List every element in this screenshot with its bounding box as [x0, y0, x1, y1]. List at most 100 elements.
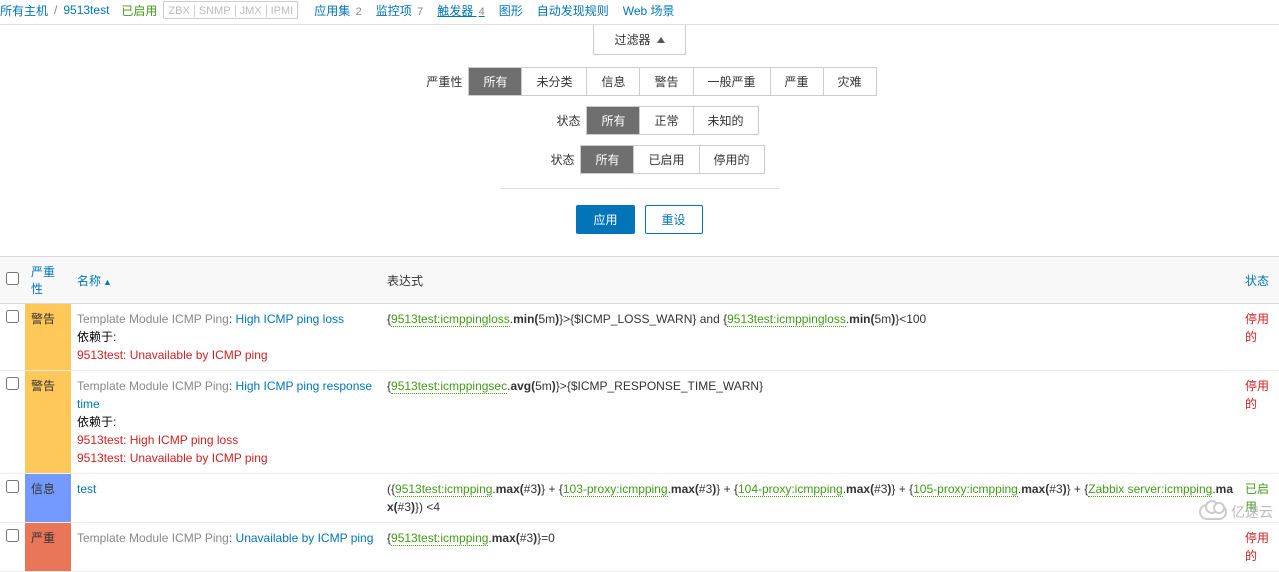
filter-severity-seg[interactable]: 所有 未分类 信息 警告 一般严重 严重 灾难 [468, 67, 876, 96]
bc-host[interactable]: 9513test [63, 3, 109, 17]
status-cell: 停用的 [1239, 371, 1279, 474]
severity-cell: 信息 [25, 474, 71, 523]
status-opt-enabled[interactable]: 已启用 [633, 146, 698, 173]
table-row: 警告Template Module ICMP Ping: High ICMP p… [0, 304, 1279, 371]
depends-label: 依赖于: [77, 330, 116, 344]
sev-opt-disaster[interactable]: 灾难 [823, 68, 876, 95]
filter-state-label: 状态 [520, 112, 580, 129]
filter-row-state: 状态 所有 正常 未知的 [520, 106, 758, 135]
select-all-checkbox[interactable] [6, 272, 19, 285]
filter-divider [500, 188, 780, 189]
template-name: Template Module ICMP Ping [77, 531, 229, 545]
name-cell: Template Module ICMP Ping: Unavailable b… [71, 523, 381, 572]
apply-button[interactable]: 应用 [576, 205, 634, 234]
trigger-name-link[interactable]: test [77, 482, 96, 496]
expr-item-link[interactable]: 9513test:icmppingloss [727, 312, 846, 327]
expression-cell: {9513test:icmppingloss.min(5m)}>{$ICMP_L… [381, 304, 1239, 371]
expr-item-link[interactable]: 104-proxy:icmpping [738, 482, 843, 497]
row-checkbox[interactable] [6, 310, 19, 323]
filter-row-severity: 严重性 所有 未分类 信息 警告 一般严重 严重 灾难 [402, 67, 876, 96]
tab-graphs[interactable]: 图形 [499, 2, 523, 19]
proto-ipmi: IPMI [266, 5, 298, 17]
col-severity[interactable]: 严重性 [31, 265, 55, 296]
table-row: 信息 test ({9513test:icmpping.max(#3)} + {10… [0, 474, 1279, 523]
status-toggle-link[interactable]: 已启用 [1245, 482, 1269, 514]
dependency-link[interactable]: 9513test: Unavailable by ICMP ping [77, 451, 268, 465]
row-checkbox[interactable] [6, 480, 19, 493]
state-opt-normal[interactable]: 正常 [639, 107, 692, 134]
expression-cell: ({9513test:icmpping.max(#3)} + {103-prox… [381, 474, 1239, 523]
severity-cell: 严重 [25, 523, 71, 572]
tab-items[interactable]: 监控项 7 [376, 2, 423, 19]
table-row: 严重Template Module ICMP Ping: Unavailable… [0, 523, 1279, 572]
depends-label: 依赖于: [77, 415, 116, 429]
tab-web[interactable]: Web 场景 [623, 2, 675, 19]
status-toggle-link[interactable]: 停用的 [1245, 312, 1269, 344]
filter-section: 过滤器 严重性 所有 未分类 信息 警告 一般严重 严重 灾难 状态 所有 正常… [0, 24, 1279, 244]
expression-cell: {9513test:icmppingsec.avg(5m)}>{$ICMP_RE… [381, 371, 1239, 474]
severity-cell: 警告 [25, 304, 71, 371]
status-opt-all[interactable]: 所有 [581, 146, 633, 173]
trigger-name-link[interactable]: High ICMP ping loss [236, 312, 345, 326]
expr-item-link[interactable]: 105-proxy:icmpping [913, 482, 1018, 497]
sev-opt-info[interactable]: 信息 [586, 68, 639, 95]
dependency-link[interactable]: 9513test: High ICMP ping loss [77, 433, 238, 447]
filter-state-seg[interactable]: 所有 正常 未知的 [586, 106, 758, 135]
sev-opt-all[interactable]: 所有 [469, 68, 521, 95]
bc-all-hosts[interactable]: 所有主机 [0, 4, 48, 18]
row-checkbox[interactable] [6, 377, 19, 390]
expr-item-link[interactable]: 9513test:icmpping [395, 482, 492, 497]
state-opt-unknown[interactable]: 未知的 [693, 107, 758, 134]
tab-triggers[interactable]: 触发器 4 [437, 2, 484, 19]
sev-opt-high[interactable]: 严重 [770, 68, 823, 95]
filter-row-status: 状态 所有 已启用 停用的 [514, 145, 764, 174]
sev-opt-warn[interactable]: 警告 [639, 68, 692, 95]
expr-item-link[interactable]: 9513test:icmppingsec [391, 379, 507, 394]
status-toggle-link[interactable]: 停用的 [1245, 531, 1269, 563]
table-row: 警告Template Module ICMP Ping: High ICMP p… [0, 371, 1279, 474]
tab-discovery[interactable]: 自动发现规则 [537, 2, 609, 19]
status-opt-disabled[interactable]: 停用的 [699, 146, 764, 173]
sort-asc-icon: ▲ [103, 277, 112, 287]
status-toggle-link[interactable]: 停用的 [1245, 379, 1269, 411]
col-name[interactable]: 名称▲ [77, 274, 112, 288]
sev-opt-avg[interactable]: 一般严重 [693, 68, 770, 95]
proto-snmp: SNMP [194, 5, 235, 17]
reset-button[interactable]: 重设 [645, 205, 703, 234]
protocol-badges: ZBXSNMPJMXIPMI [163, 1, 298, 19]
status-cell: 已启用 [1239, 474, 1279, 523]
filter-toggle[interactable]: 过滤器 [593, 25, 685, 55]
expr-item-link[interactable]: 103-proxy:icmpping [563, 482, 668, 497]
status-cell: 停用的 [1239, 304, 1279, 371]
name-cell: Template Module ICMP Ping: High ICMP pin… [71, 304, 381, 371]
trigger-name-link[interactable]: Unavailable by ICMP ping [236, 531, 374, 545]
severity-cell: 警告 [25, 371, 71, 474]
row-checkbox[interactable] [6, 529, 19, 542]
sev-opt-notclassified[interactable]: 未分类 [521, 68, 586, 95]
state-opt-all[interactable]: 所有 [587, 107, 639, 134]
col-status[interactable]: 状态 [1245, 274, 1269, 288]
dependency-link[interactable]: 9513test: Unavailable by ICMP ping [77, 348, 268, 362]
col-expression: 表达式 [387, 274, 423, 288]
expression-cell: {9513test:icmpping.max(#3)}=0 [381, 523, 1239, 572]
proto-jmx: JMX [235, 5, 266, 17]
host-enabled-label: 已启用 [121, 2, 157, 19]
expr-item-link[interactable]: 9513test:icmpping [391, 531, 488, 546]
template-name: Template Module ICMP Ping [77, 312, 229, 326]
expr-item-link[interactable]: Zabbix server:icmpping [1088, 482, 1212, 497]
template-name: Template Module ICMP Ping [77, 379, 229, 393]
filter-severity-label: 严重性 [402, 73, 462, 90]
filter-status-seg[interactable]: 所有 已启用 停用的 [580, 145, 764, 174]
breadcrumb-bar: 所有主机 / 9513test 已启用 ZBXSNMPJMXIPMI 应用集 2… [0, 0, 1279, 22]
filter-tab-label: 过滤器 [614, 31, 650, 48]
name-cell: Template Module ICMP Ping: High ICMP pin… [71, 371, 381, 474]
trigger-table: 严重性 名称▲ 表达式 状态 警告Template Module ICMP Pi… [0, 256, 1279, 572]
expr-item-link[interactable]: 9513test:icmppingloss [391, 312, 510, 327]
tab-applications[interactable]: 应用集 2 [314, 2, 361, 19]
bc-sep: / [52, 3, 59, 17]
proto-zbx: ZBX [164, 5, 193, 17]
filter-status-label: 状态 [514, 151, 574, 168]
name-cell: test [71, 474, 381, 523]
status-cell: 停用的 [1239, 523, 1279, 572]
chevron-up-icon [657, 37, 665, 43]
